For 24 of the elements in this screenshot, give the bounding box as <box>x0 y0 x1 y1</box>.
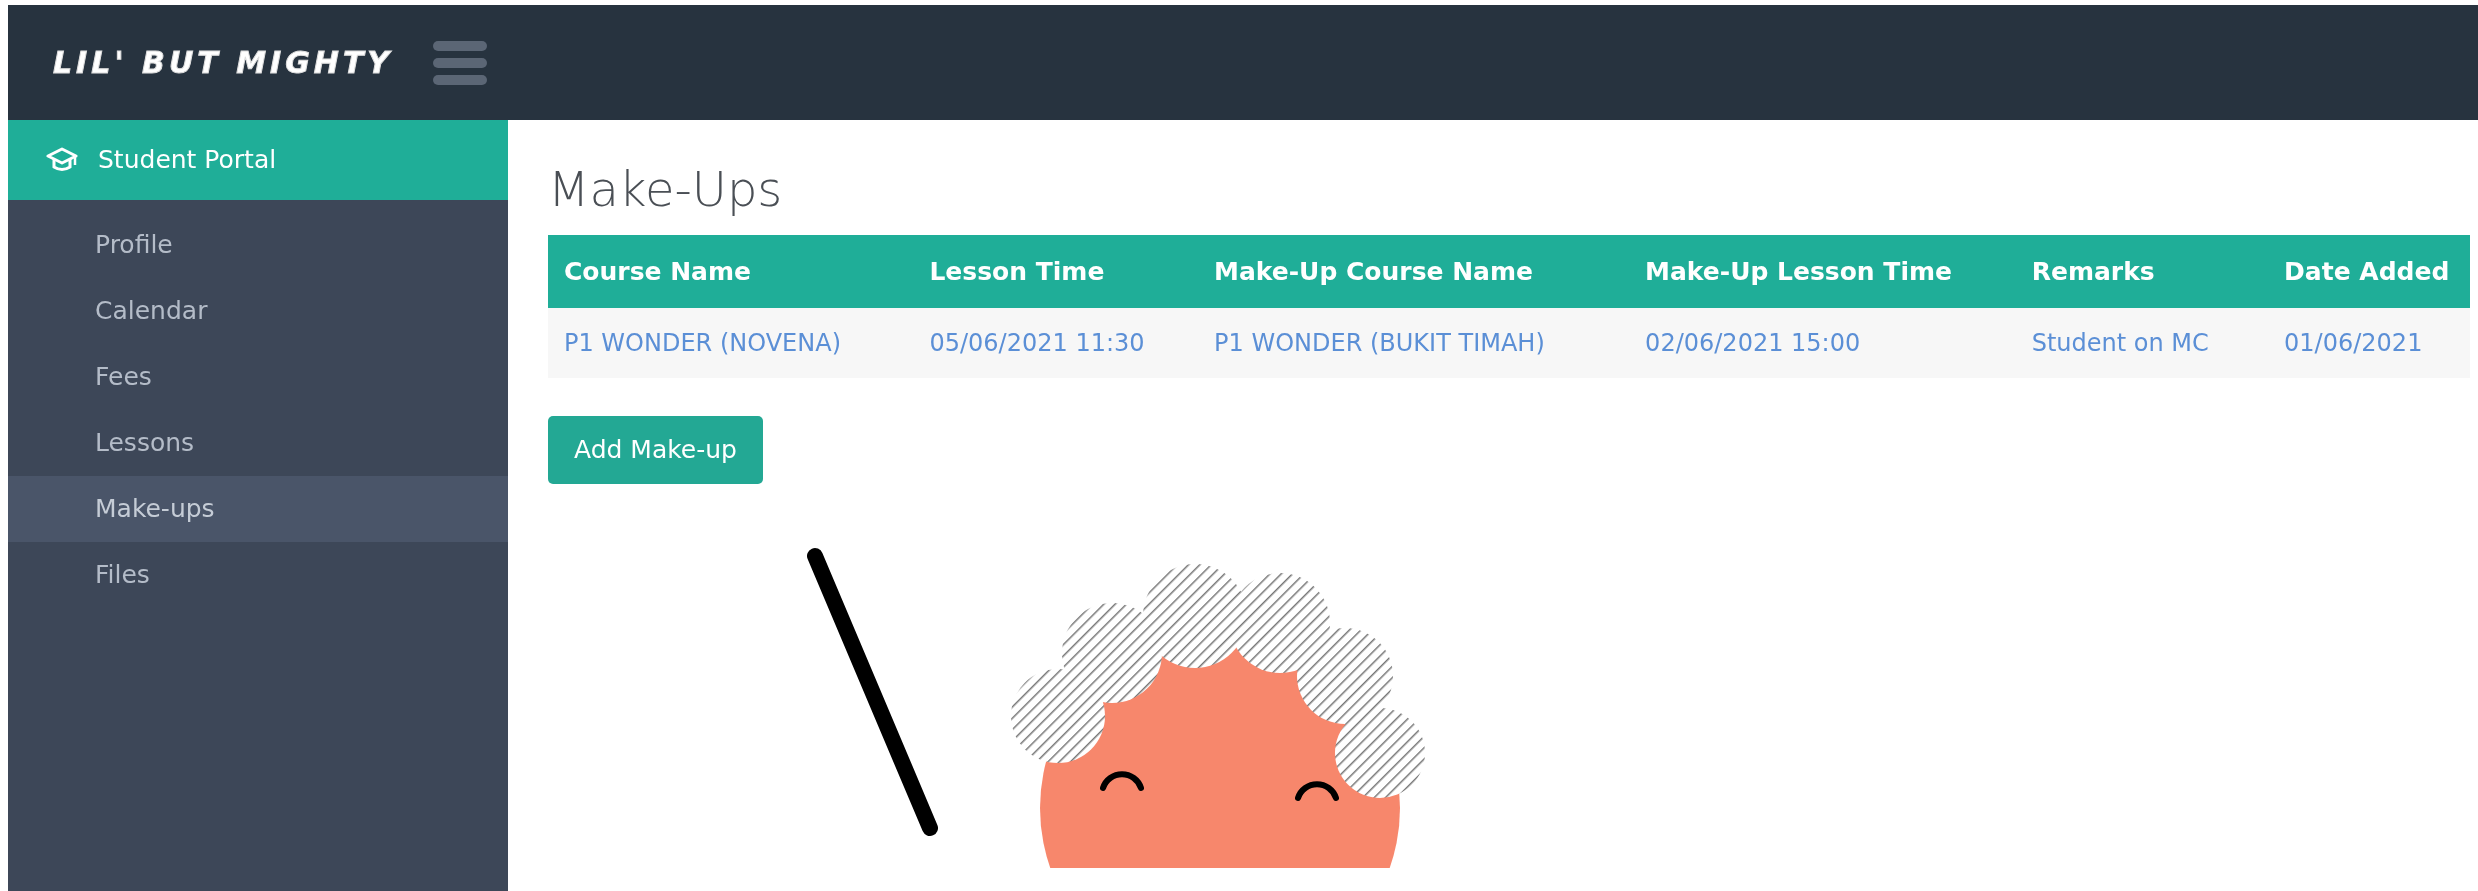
sidebar-section-header[interactable]: Student Portal <box>8 120 508 200</box>
sidebar-item[interactable]: Lessons <box>8 410 508 476</box>
table-cell: 02/06/2021 15:00 <box>1629 308 2016 378</box>
sidebar-item[interactable]: Profile <box>8 212 508 278</box>
sidebar-item[interactable]: Files <box>8 542 508 608</box>
logo[interactable]: LIL' BUT MIGHTY <box>53 40 394 85</box>
column-header: Course Name <box>548 235 914 308</box>
column-header: Make-Up Lesson Time <box>1629 235 2016 308</box>
sidebar-section-title: Student Portal <box>98 144 277 177</box>
menu-icon[interactable] <box>433 40 488 85</box>
graduation-cap-icon <box>46 147 78 173</box>
sidebar-item[interactable]: Make-ups <box>8 476 508 542</box>
sidebar-item[interactable]: Fees <box>8 344 508 410</box>
table-cell: P1 WONDER (NOVENA) <box>548 308 914 378</box>
add-make-up-button[interactable]: Add Make-up <box>548 416 763 484</box>
column-header: Make-Up Course Name <box>1198 235 1630 308</box>
table-cell: P1 WONDER (BUKIT TIMAH) <box>1198 308 1630 378</box>
column-header: Lesson Time <box>913 235 1199 308</box>
column-header: Date Added <box>2268 235 2470 308</box>
table-cell: 01/06/2021 <box>2268 308 2470 378</box>
table-cell: 05/06/2021 11:30 <box>913 308 1199 378</box>
table-cell: Student on MC <box>2015 308 2269 378</box>
sidebar-item[interactable]: Calendar <box>8 278 508 344</box>
column-header: Remarks <box>2015 235 2269 308</box>
